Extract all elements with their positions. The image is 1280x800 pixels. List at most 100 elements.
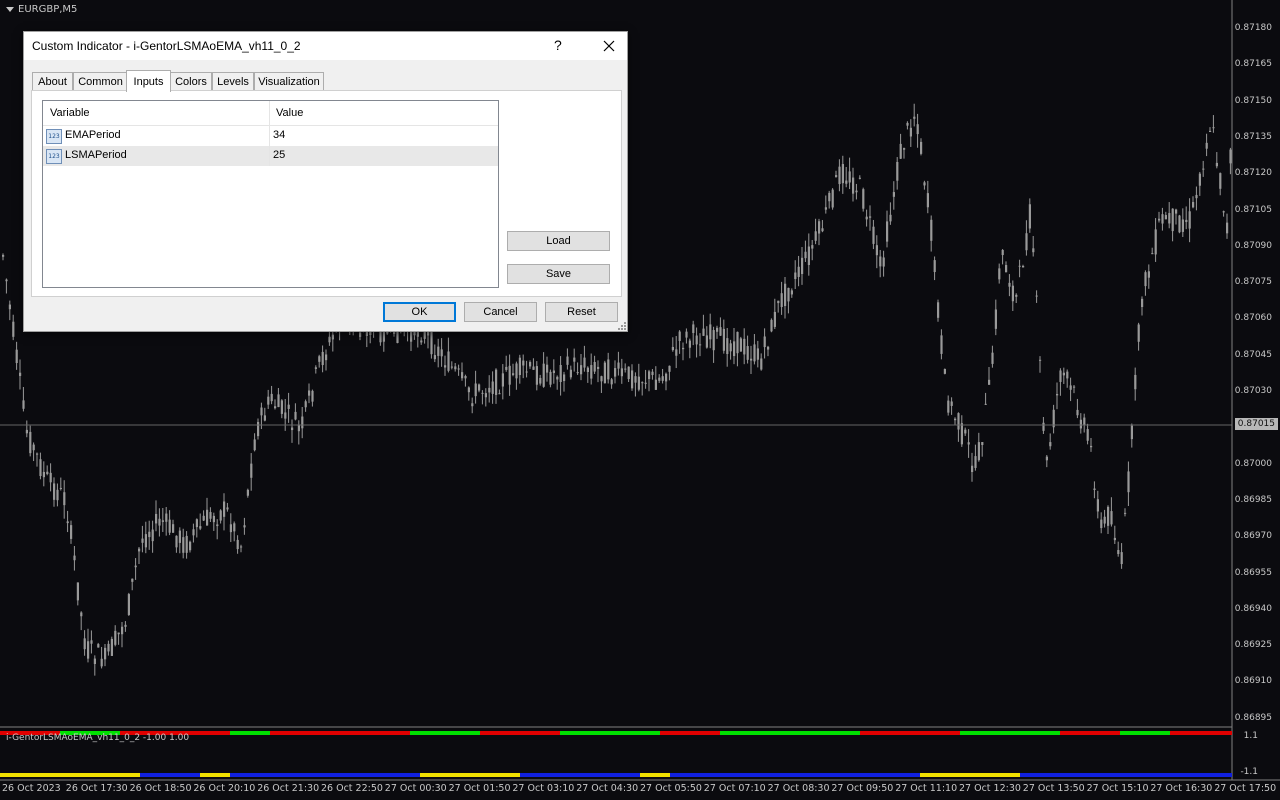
candle-body xyxy=(1117,550,1120,554)
candle-body xyxy=(913,116,916,119)
candle-body xyxy=(484,393,487,398)
candle-body xyxy=(240,546,243,548)
candle-body xyxy=(144,534,147,548)
candle-body xyxy=(93,658,96,665)
candle-body xyxy=(1049,442,1052,447)
candle-body xyxy=(988,379,991,385)
tab-visualization[interactable]: Visualization xyxy=(254,72,324,91)
tab-levels[interactable]: Levels xyxy=(212,72,254,91)
candle-body xyxy=(695,335,698,345)
reset-button[interactable]: Reset xyxy=(545,302,618,322)
candle-body xyxy=(229,524,232,533)
resize-grip-icon[interactable] xyxy=(618,322,626,330)
candle-body xyxy=(692,324,695,334)
candle-body xyxy=(294,411,297,420)
candle-body xyxy=(19,372,22,376)
candle-body xyxy=(957,413,960,430)
candle-body xyxy=(148,531,151,538)
candle-body xyxy=(274,406,277,409)
candle-body xyxy=(977,442,980,461)
time-axis-label: 27 Oct 01:50 xyxy=(448,783,511,794)
ok-button[interactable]: OK xyxy=(383,302,456,322)
price-axis-label: 0.87150 xyxy=(1234,95,1272,106)
candle-body xyxy=(634,376,637,383)
column-variable[interactable]: Variable xyxy=(50,107,90,119)
current-price-tag: 0.87015 xyxy=(1234,418,1278,430)
candle-body xyxy=(780,293,783,308)
candle-body xyxy=(117,632,120,635)
help-button[interactable]: ? xyxy=(554,37,562,53)
candle-body xyxy=(263,415,266,421)
table-row[interactable]: 123 LSMAPeriod 25 xyxy=(43,146,498,166)
candle-body xyxy=(46,471,49,475)
indicator-top-segment xyxy=(560,731,660,735)
tab-about[interactable]: About xyxy=(32,72,73,91)
variable-value[interactable]: 25 xyxy=(273,149,285,161)
candle-body xyxy=(1147,271,1150,278)
candle-body xyxy=(161,520,164,522)
candle-body xyxy=(1154,229,1157,255)
tab-common[interactable]: Common xyxy=(73,72,128,91)
column-value[interactable]: Value xyxy=(276,107,303,119)
candle-body xyxy=(498,393,501,395)
candle-body xyxy=(794,272,797,280)
candle-body xyxy=(678,331,681,341)
close-button[interactable] xyxy=(592,32,626,60)
tab-inputs[interactable]: Inputs xyxy=(126,70,171,92)
candle-body xyxy=(675,349,678,356)
time-axis-label: 26 Oct 2023 xyxy=(2,783,61,794)
candle-body xyxy=(682,347,685,350)
candle-body xyxy=(226,507,229,510)
candle-body xyxy=(971,465,974,473)
candle-body xyxy=(841,164,844,184)
candle-body xyxy=(430,329,433,355)
table-row[interactable]: 123 EMAPeriod 34 xyxy=(43,126,498,146)
candle-body xyxy=(1171,208,1174,232)
candle-body xyxy=(916,124,919,135)
load-button[interactable]: Load xyxy=(507,231,610,251)
candle-body xyxy=(141,538,144,543)
indicator-top-segment xyxy=(1120,731,1170,735)
candle-body xyxy=(743,338,746,355)
price-axis-label: 0.87060 xyxy=(1234,313,1272,324)
candle-body xyxy=(943,368,946,374)
candle-body xyxy=(12,321,15,337)
candle-body xyxy=(583,357,586,368)
candle-body xyxy=(314,367,317,369)
candle-body xyxy=(760,358,763,370)
candle-body xyxy=(937,302,940,318)
price-axis-label: 0.86940 xyxy=(1234,603,1272,614)
candle-body xyxy=(644,382,647,384)
candle-body xyxy=(304,401,307,408)
candle-body xyxy=(580,365,583,375)
price-axis-label: 0.87180 xyxy=(1234,23,1272,33)
candle-body xyxy=(182,537,185,553)
candle-body xyxy=(627,366,630,380)
candle-body xyxy=(2,254,5,257)
candle-body xyxy=(175,535,178,548)
cancel-button[interactable]: Cancel xyxy=(464,302,537,322)
candle-body xyxy=(246,489,249,496)
candle-body xyxy=(954,418,957,421)
symbol-label[interactable]: EURGBP,M5 xyxy=(6,4,77,15)
candle-body xyxy=(790,290,793,295)
time-axis-label: 27 Oct 12:30 xyxy=(959,783,1021,794)
variable-value[interactable]: 34 xyxy=(273,129,285,141)
tab-colors[interactable]: Colors xyxy=(170,72,212,91)
time-axis-label: 27 Oct 17:50 xyxy=(1214,783,1277,794)
candle-body xyxy=(631,370,634,389)
candle-body xyxy=(471,403,474,407)
candle-body xyxy=(688,340,691,348)
dialog-titlebar[interactable]: Custom Indicator - i-GentorLSMAoEMA_vh11… xyxy=(24,32,627,60)
candle-body xyxy=(260,407,263,416)
candle-body xyxy=(1205,142,1208,149)
candle-body xyxy=(36,453,39,455)
candle-body xyxy=(131,578,134,582)
save-button[interactable]: Save xyxy=(507,264,610,284)
indicator-top-segment xyxy=(230,731,270,735)
candle-body xyxy=(651,371,654,376)
candle-body xyxy=(59,487,62,489)
candle-body xyxy=(158,518,161,526)
candle-body xyxy=(960,423,963,445)
time-axis-label: 26 Oct 18:50 xyxy=(129,783,192,794)
